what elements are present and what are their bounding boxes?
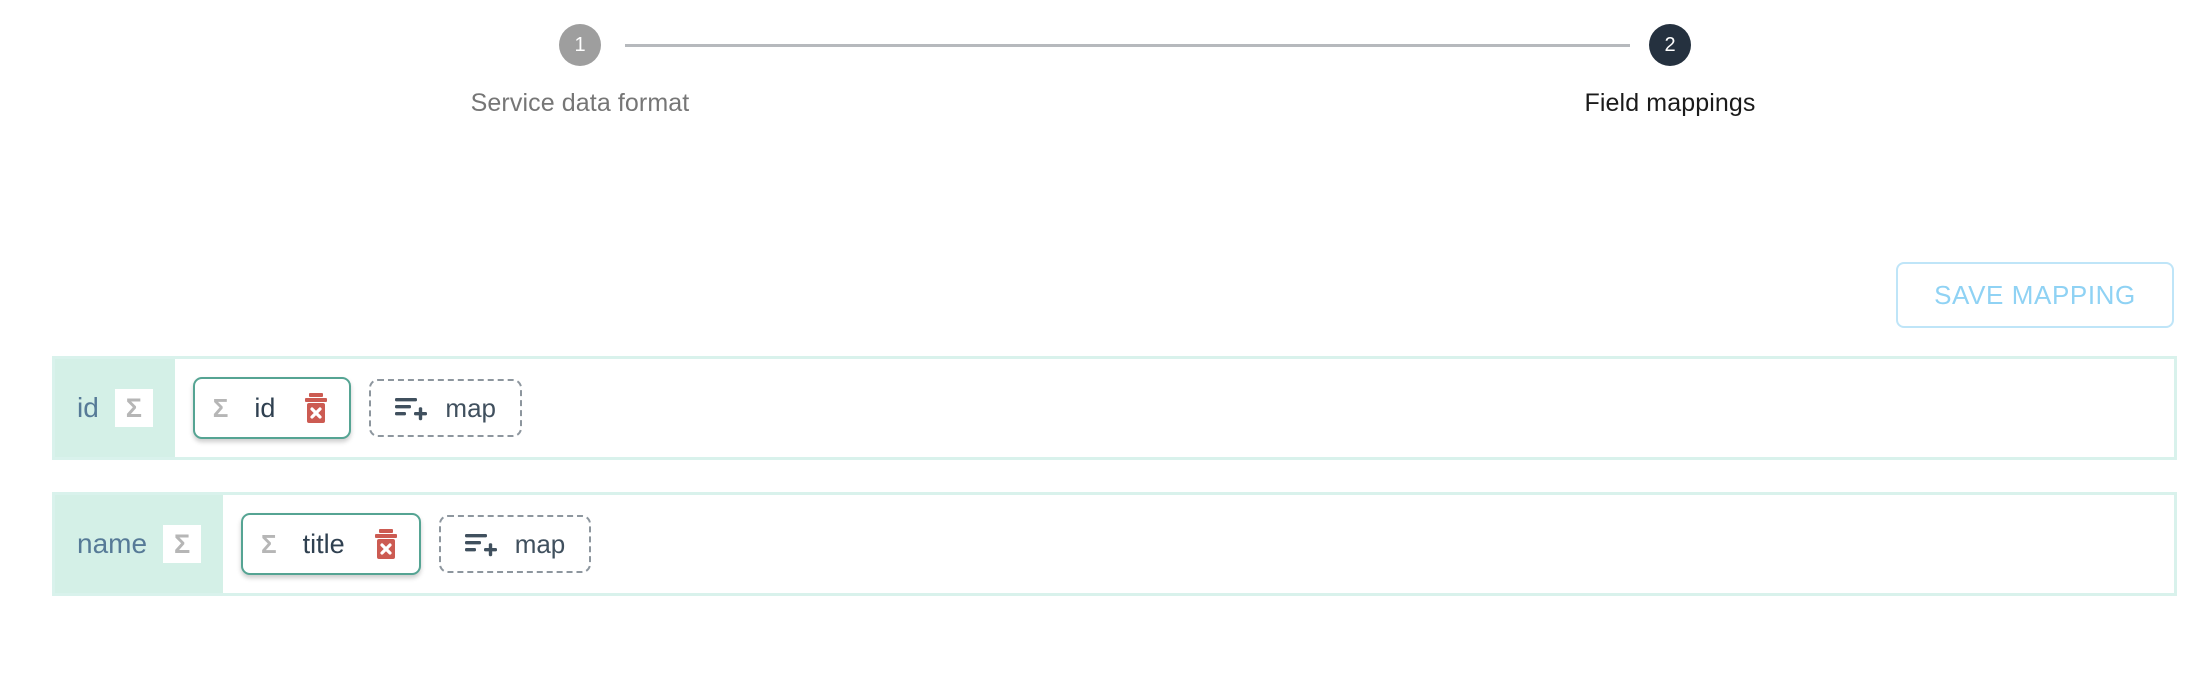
sigma-glyph: Σ [173,528,191,559]
source-field-cell-1: name Σ [55,495,224,593]
stepper-connector-line [625,44,1630,47]
mapping-targets-0: Σ id map [175,359,2174,457]
mapped-field-name: id [254,392,276,423]
step-2-circle[interactable]: 2 [1649,24,1691,66]
step-1-number: 1 [574,34,586,56]
trash-delete-icon[interactable] [301,392,331,424]
actions-bar: SAVE MAPPING [0,262,2212,330]
sigma-icon: Σ [163,525,202,563]
stepper-step-1[interactable]: 1 Service data format [450,24,710,118]
sigma-icon: Σ [114,389,153,427]
mapping-targets-1: Σ title map [223,495,2174,593]
save-mapping-button[interactable]: SAVE MAPPING [1896,262,2174,328]
stepper-step-2[interactable]: 2 Field mappings [1540,24,1800,118]
sigma-glyph: Σ [125,392,142,423]
sigma-icon: Σ [212,393,229,423]
source-field-label: name [77,528,148,559]
step-1-label: Service data format [470,89,690,117]
mapped-field-card-0[interactable]: Σ id [192,377,352,439]
step-1-circle[interactable]: 1 [559,24,601,66]
table-row: name Σ Σ title map [52,492,2177,596]
add-mapping-button-1[interactable]: map [438,515,592,573]
list-plus-icon [464,531,497,557]
add-mapping-label: map [514,529,566,559]
source-field-cell-0: id Σ [55,359,175,457]
source-field-label: id [77,392,99,423]
field-mappings-list: id Σ Σ id map name Σ Σ title map [52,356,2177,628]
add-mapping-label: map [445,393,496,423]
list-plus-icon [395,395,428,421]
step-2-number: 2 [1664,34,1676,56]
add-mapping-button-0[interactable]: map [369,379,522,437]
mapped-field-card-1[interactable]: Σ title [241,513,421,575]
sigma-icon: Σ [261,529,277,559]
mapped-field-name: title [302,528,345,559]
trash-delete-icon[interactable] [371,528,401,560]
table-row: id Σ Σ id map [52,356,2177,460]
step-2-label: Field mappings [1584,89,1756,117]
wizard-stepper: 1 Service data format 2 Field mappings [0,0,2212,170]
